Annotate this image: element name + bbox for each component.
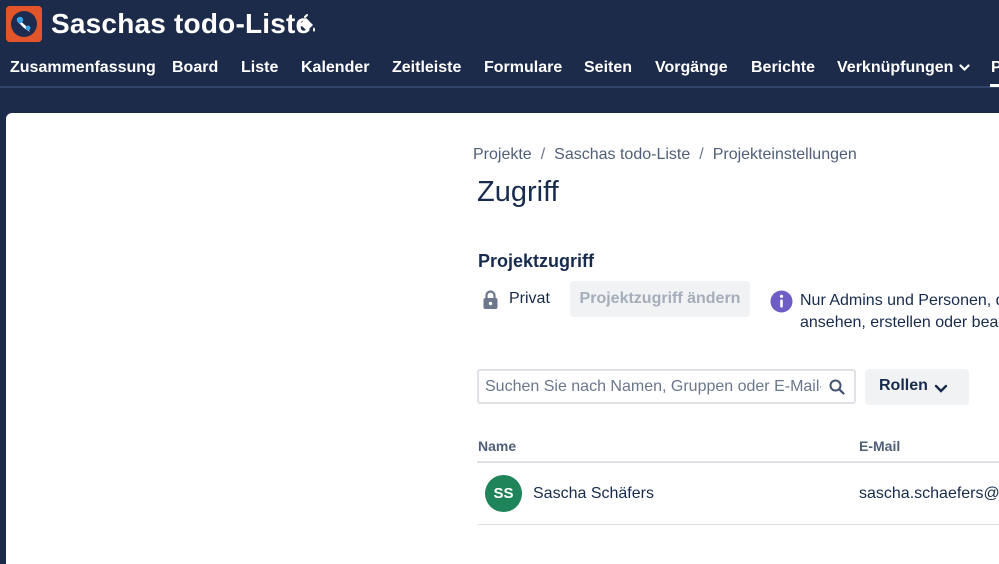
tab-board[interactable]: Board <box>172 56 218 80</box>
breadcrumb-separator: / <box>699 146 704 163</box>
project-logo-icon[interactable] <box>6 6 42 42</box>
access-info-text: Nur Admins und Personen, d ansehen, erst… <box>800 290 999 334</box>
tab-kalender[interactable]: Kalender <box>301 56 369 80</box>
top-bar: Saschas todo-Liste <box>0 0 999 50</box>
tab-berichte[interactable]: Berichte <box>751 56 815 80</box>
roles-filter-button[interactable]: Rollen <box>865 369 969 405</box>
lock-icon <box>482 290 499 310</box>
project-access-heading: Projektzugriff <box>478 251 595 271</box>
user-email: sascha.schaefers@el <box>859 485 999 502</box>
paint-bucket-icon[interactable] <box>296 14 318 36</box>
column-header-email[interactable]: E-Mail <box>859 438 900 454</box>
roles-filter-label: Rollen <box>879 377 928 394</box>
column-header-name[interactable]: Name <box>478 438 516 454</box>
page-title: Zugriff <box>477 176 559 208</box>
access-info-line-1: Nur Admins und Personen, d <box>800 292 999 309</box>
change-project-access-button[interactable]: Projektzugriff ändern <box>570 281 750 317</box>
chevron-down-icon <box>959 56 971 80</box>
table-row-divider <box>477 524 999 525</box>
tab-zeitleiste[interactable]: Zeitleiste <box>392 56 461 80</box>
breadcrumb-project[interactable]: Saschas todo-Liste <box>554 146 690 163</box>
tabs-divider <box>0 86 999 88</box>
breadcrumb-separator: / <box>540 146 546 163</box>
tab-verknuepfungen[interactable]: Verknüpfungen <box>837 56 971 80</box>
tab-liste[interactable]: Liste <box>241 56 278 80</box>
privacy-label: Privat <box>509 290 550 307</box>
member-search-input[interactable] <box>485 374 821 399</box>
access-info-line-2: ansehen, erstellen oder bearb <box>800 314 999 331</box>
tab-seiten[interactable]: Seiten <box>584 56 632 80</box>
tab-verknuepfungen-label: Verknüpfungen <box>837 59 954 77</box>
breadcrumb: Projekte / Saschas todo-Liste / Projekteinst… <box>473 146 857 164</box>
search-icon[interactable] <box>828 378 846 396</box>
breadcrumb-project-settings[interactable]: Projekteinstellungen <box>713 146 857 163</box>
user-name: Sascha Schäfers <box>533 485 654 502</box>
tab-zusammenfassung[interactable]: Zusammenfassung <box>10 56 156 80</box>
breadcrumb-projects[interactable]: Projekte <box>473 146 532 163</box>
active-tab-indicator <box>990 84 999 87</box>
tab-formulare[interactable]: Formulare <box>484 56 562 80</box>
table-header-divider <box>477 461 999 463</box>
tab-project-settings[interactable]: P <box>991 56 999 80</box>
info-icon <box>770 290 793 313</box>
tab-vorgaenge[interactable]: Vorgänge <box>655 56 728 80</box>
member-search-field[interactable] <box>477 369 856 404</box>
avatar[interactable]: SS <box>485 475 522 512</box>
chevron-down-icon <box>934 381 948 393</box>
project-nav-tabs: Zusammenfassung Board Liste Kalender Zei… <box>0 56 999 86</box>
project-title: Saschas todo-Liste <box>51 8 312 39</box>
